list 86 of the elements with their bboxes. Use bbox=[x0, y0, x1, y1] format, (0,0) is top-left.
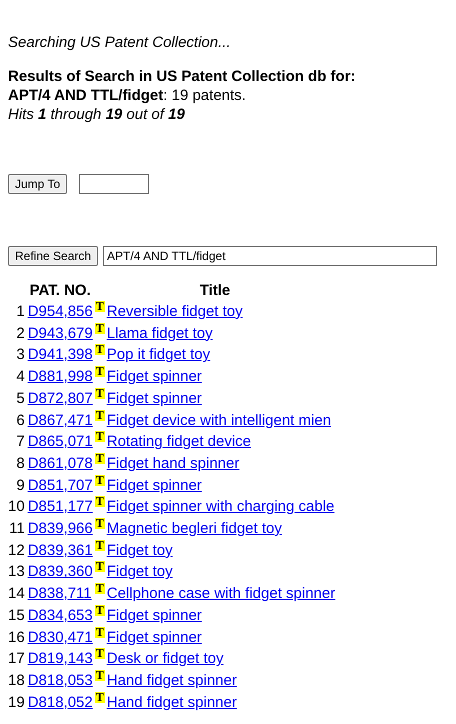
row-number: 10 bbox=[8, 498, 25, 516]
patent-title-link[interactable]: Rotating fidget device bbox=[106, 433, 252, 450]
row-number: 14 bbox=[8, 585, 25, 602]
patent-number-link[interactable]: D839,966 bbox=[28, 520, 93, 538]
jump-field[interactable] bbox=[79, 174, 150, 194]
full-text-link[interactable]: T bbox=[94, 540, 105, 551]
status-text: Searching US Patent Collection... bbox=[8, 34, 232, 52]
patent-title-link[interactable]: Magnetic begleri fidget toy bbox=[106, 520, 282, 538]
row-number: 3 bbox=[16, 346, 25, 364]
row-number: 11 bbox=[9, 520, 25, 538]
results-heading: Results of Search in US Patent Collection db for: bbox=[8, 67, 357, 86]
patent-title-link[interactable]: Hand fidget spinner bbox=[106, 672, 237, 689]
column-header: Title bbox=[200, 282, 230, 299]
patent-number-link[interactable]: D851,177 bbox=[28, 498, 93, 516]
patent-number-link[interactable]: D943,679 bbox=[28, 324, 93, 342]
patent-title-link[interactable]: Reversible fidget toy bbox=[106, 303, 243, 320]
full-text-link[interactable]: T bbox=[94, 626, 105, 638]
row-number: 1 bbox=[16, 303, 25, 320]
full-text-link[interactable]: T bbox=[94, 648, 105, 660]
jump-to-button[interactable]: Jump To bbox=[8, 174, 68, 194]
row-number: 6 bbox=[16, 412, 25, 429]
row-number: 17 bbox=[8, 650, 25, 668]
patent-title-link[interactable]: Fidget spinner bbox=[106, 368, 202, 386]
refine-search-button[interactable]: Refine Search bbox=[8, 246, 98, 266]
patent-title-link[interactable]: Cellphone case with fidget spinner bbox=[106, 585, 336, 602]
patent-title-link[interactable]: Fidget spinner with charging cable bbox=[106, 498, 334, 516]
full-text-link[interactable]: T bbox=[94, 474, 105, 486]
full-text-link[interactable]: T bbox=[94, 301, 105, 312]
patent-number-link[interactable]: D818,053 bbox=[28, 672, 93, 689]
patent-number-link[interactable]: D839,360 bbox=[28, 563, 93, 580]
row-number: 15 bbox=[8, 606, 25, 624]
patent-number-link[interactable]: D872,807 bbox=[28, 390, 93, 407]
search-field[interactable]: APT/4 AND TTL/fidget bbox=[103, 246, 438, 266]
patent-number-link[interactable]: D830,471 bbox=[28, 628, 93, 646]
full-text-link[interactable]: T bbox=[94, 410, 105, 421]
patent-title-link[interactable]: Fidget spinner bbox=[106, 606, 202, 624]
patent-number-link[interactable]: D851,707 bbox=[28, 476, 93, 494]
patent-number-link[interactable]: D881,998 bbox=[28, 368, 93, 386]
patent-title-link[interactable]: Fidget spinner bbox=[106, 476, 202, 494]
patent-number-link[interactable]: D861,078 bbox=[28, 454, 93, 472]
patent-number-link[interactable]: D819,143 bbox=[28, 650, 93, 668]
column-header: PAT. NO. bbox=[30, 282, 91, 299]
patent-title-link[interactable]: Hand fidget spinner bbox=[106, 694, 237, 711]
full-text-link[interactable]: T bbox=[94, 670, 105, 681]
row-number: 16 bbox=[8, 628, 25, 646]
patent-title-link[interactable]: Fidget toy bbox=[106, 542, 173, 559]
full-text-link[interactable]: T bbox=[94, 692, 105, 703]
patent-title-link[interactable]: Fidget toy bbox=[106, 563, 173, 580]
patent-title-link[interactable]: Fidget spinner bbox=[106, 628, 202, 646]
patent-number-link[interactable]: D834,653 bbox=[28, 606, 93, 624]
full-text-link[interactable]: T bbox=[94, 561, 105, 572]
patent-title-link[interactable]: Desk or fidget toy bbox=[106, 650, 224, 668]
row-number: 9 bbox=[16, 476, 25, 494]
full-text-link[interactable]: T bbox=[94, 496, 105, 508]
row-number: 2 bbox=[16, 324, 25, 342]
full-text-link[interactable]: T bbox=[94, 604, 105, 616]
row-number: 19 bbox=[8, 694, 25, 711]
full-text-link[interactable]: T bbox=[94, 518, 105, 530]
patent-number-link[interactable]: D941,398 bbox=[28, 346, 93, 364]
query-summary: APT/4 AND TTL/fidget: 19 patents. bbox=[8, 86, 247, 105]
patent-number-link[interactable]: D867,471 bbox=[28, 412, 93, 429]
hits-summary: Hits 1 through 19 out of 19 bbox=[8, 105, 186, 124]
patent-number-link[interactable]: D838,711 bbox=[28, 585, 92, 602]
patent-number-link[interactable]: D818,052 bbox=[28, 694, 93, 711]
full-text-link[interactable]: T bbox=[94, 322, 105, 334]
patent-title-link[interactable]: Fidget device with intelligent mien bbox=[106, 412, 332, 429]
full-text-link[interactable]: T bbox=[94, 452, 105, 464]
full-text-link[interactable]: T bbox=[94, 366, 105, 378]
row-number: 18 bbox=[8, 672, 25, 689]
full-text-link[interactable]: T bbox=[94, 388, 105, 399]
full-text-link[interactable]: T bbox=[94, 583, 105, 594]
patent-title-link[interactable]: Llama fidget toy bbox=[106, 324, 213, 342]
patent-title-link[interactable]: Fidget spinner bbox=[106, 390, 202, 407]
row-number: 5 bbox=[16, 390, 25, 407]
full-text-link[interactable]: T bbox=[94, 344, 105, 356]
row-number: 7 bbox=[16, 433, 25, 450]
patent-number-link[interactable]: D954,856 bbox=[28, 303, 93, 320]
patent-title-link[interactable]: Pop it fidget toy bbox=[106, 346, 210, 364]
row-number: 13 bbox=[8, 563, 25, 580]
row-number: 4 bbox=[16, 368, 25, 386]
row-number: 8 bbox=[16, 454, 25, 472]
full-text-link[interactable]: T bbox=[94, 431, 105, 442]
patent-title-link[interactable]: Fidget hand spinner bbox=[106, 454, 240, 472]
patent-number-link[interactable]: D839,361 bbox=[28, 542, 93, 559]
patent-number-link[interactable]: D865,071 bbox=[28, 433, 93, 450]
row-number: 12 bbox=[8, 542, 25, 559]
